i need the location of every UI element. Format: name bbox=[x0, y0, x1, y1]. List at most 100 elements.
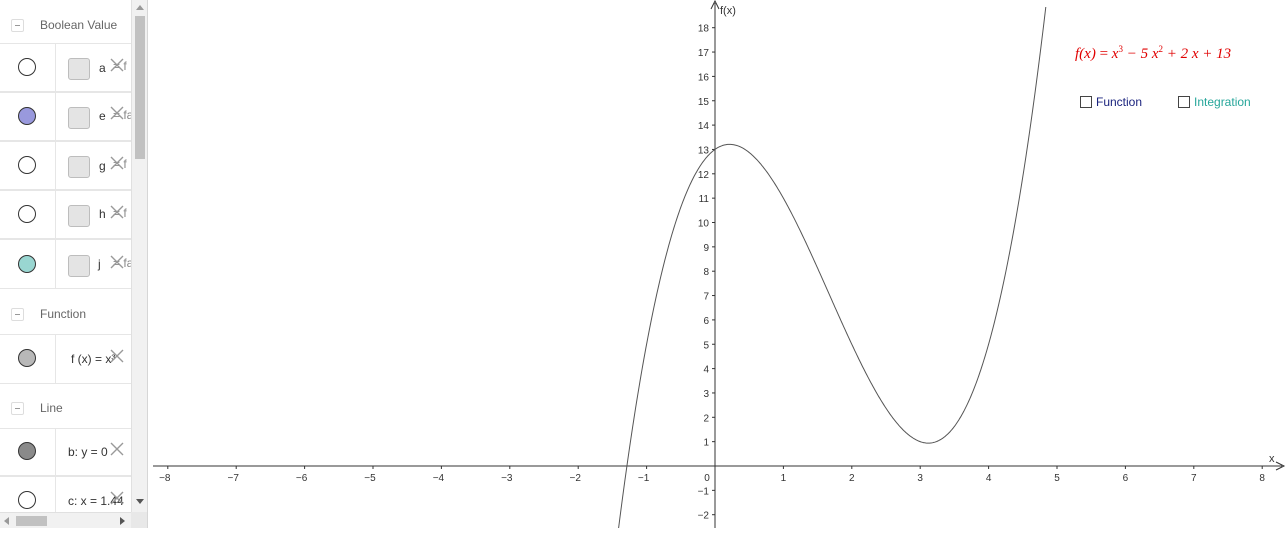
y-tick-label: 17 bbox=[698, 48, 710, 59]
collapse-icon[interactable] bbox=[11, 308, 24, 321]
visibility-toggle[interactable] bbox=[18, 58, 36, 76]
y-tick-label: −1 bbox=[698, 486, 710, 497]
horizontal-scrollbar[interactable] bbox=[0, 512, 131, 528]
x-tick-label: 1 bbox=[781, 473, 787, 484]
scroll-thumb[interactable] bbox=[16, 516, 47, 526]
function-formula: f(x) = x3 − 5 x2 + 2 x + 13 bbox=[1075, 44, 1232, 62]
x-axis-label: x bbox=[1269, 453, 1275, 465]
y-tick-label: 14 bbox=[698, 121, 710, 132]
x-tick-label: 7 bbox=[1191, 473, 1197, 484]
checkbox-label: Function bbox=[1096, 94, 1143, 109]
x-tick-label: 8 bbox=[1259, 473, 1265, 484]
item-label: h bbox=[99, 207, 106, 221]
y-tick-label: 4 bbox=[703, 365, 709, 376]
y-tick-label: 13 bbox=[698, 145, 710, 156]
scroll-corner bbox=[131, 512, 147, 528]
x-tick-label: 0 bbox=[704, 473, 710, 484]
item-label: a bbox=[99, 61, 106, 75]
algebra-item-h[interactable]: h = f bbox=[0, 190, 131, 239]
scroll-thumb[interactable] bbox=[135, 16, 145, 159]
checkbox-box[interactable] bbox=[1080, 95, 1092, 108]
visibility-toggle[interactable] bbox=[18, 349, 36, 367]
x-tick-label: −1 bbox=[638, 473, 650, 484]
x-tick-label: −3 bbox=[501, 473, 513, 484]
x-tick-label: −6 bbox=[296, 473, 308, 484]
algebra-item-b[interactable]: b: y = 0 bbox=[0, 428, 131, 476]
y-tick-label: 7 bbox=[703, 292, 709, 303]
checkbox-label: Integration bbox=[1194, 94, 1251, 109]
x-tick-label: −2 bbox=[569, 473, 581, 484]
y-tick-label: 8 bbox=[703, 267, 709, 278]
boolean-checkbox[interactable] bbox=[68, 58, 90, 80]
y-tick-label: 3 bbox=[703, 389, 709, 400]
function-curve bbox=[617, 6, 1047, 533]
algebra-item-g[interactable]: g = f bbox=[0, 141, 131, 190]
y-tick-label: 15 bbox=[698, 97, 710, 108]
x-tick-label: 4 bbox=[986, 473, 992, 484]
scroll-down-icon[interactable] bbox=[136, 499, 144, 504]
collapse-icon[interactable] bbox=[11, 19, 24, 32]
visibility-toggle[interactable] bbox=[18, 156, 36, 174]
x-tick-label: −4 bbox=[433, 473, 445, 484]
visibility-toggle[interactable] bbox=[18, 442, 36, 460]
y-tick-label: 12 bbox=[698, 170, 710, 181]
algebra-item-a[interactable]: a = f bbox=[0, 43, 131, 92]
scroll-left-icon[interactable] bbox=[4, 517, 9, 525]
x-tick-label: −5 bbox=[364, 473, 376, 484]
checkbox-box[interactable] bbox=[1178, 95, 1190, 108]
x-tick-label: −7 bbox=[227, 473, 239, 484]
scroll-up-icon[interactable] bbox=[136, 5, 144, 10]
function-plot[interactable]: −8 −7 −6 −5 −4 −3 −2 −1 0 1 2 3 4 5 6 7 8−2−112345678910… bbox=[148, 0, 1288, 533]
delete-icon[interactable] bbox=[110, 106, 124, 120]
algebra-view: Boolean Value a = f e = fa g = f h = f j… bbox=[0, 0, 148, 528]
item-definition: b: y = 0 bbox=[68, 445, 108, 459]
visibility-toggle[interactable] bbox=[18, 205, 36, 223]
group-header-function[interactable]: Function bbox=[0, 292, 131, 336]
scroll-right-icon[interactable] bbox=[120, 517, 125, 525]
y-tick-label: 16 bbox=[698, 72, 710, 83]
y-tick-label: 10 bbox=[698, 219, 710, 230]
x-tick-label: 6 bbox=[1123, 473, 1129, 484]
delete-icon[interactable] bbox=[110, 58, 124, 72]
group-header-boolean[interactable]: Boolean Value bbox=[0, 2, 131, 46]
y-tick-label: 9 bbox=[703, 243, 709, 254]
y-axis-label: f(x) bbox=[720, 5, 736, 17]
delete-icon[interactable] bbox=[110, 205, 124, 219]
y-tick-label: 11 bbox=[699, 194, 710, 205]
delete-icon[interactable] bbox=[110, 491, 124, 505]
boolean-checkbox[interactable] bbox=[68, 156, 90, 178]
boolean-checkbox[interactable] bbox=[68, 205, 90, 227]
y-tick-label: 2 bbox=[703, 413, 709, 424]
x-tick-label: 5 bbox=[1054, 473, 1060, 484]
algebra-item-j[interactable]: j = fa bbox=[0, 239, 133, 289]
group-title: Function bbox=[40, 307, 87, 321]
boolean-checkbox[interactable] bbox=[68, 107, 90, 129]
delete-icon[interactable] bbox=[110, 442, 124, 456]
x-tick-label: −8 bbox=[159, 473, 171, 484]
boolean-checkbox[interactable] bbox=[68, 255, 90, 277]
vertical-scrollbar[interactable] bbox=[131, 0, 147, 512]
group-title: Boolean Value bbox=[40, 18, 118, 32]
visibility-toggle[interactable] bbox=[18, 255, 36, 273]
item-label: g bbox=[99, 159, 106, 173]
group-title: Line bbox=[40, 401, 63, 415]
delete-icon[interactable] bbox=[110, 349, 124, 363]
algebra-item-e[interactable]: e = fa bbox=[0, 92, 133, 141]
visibility-toggle[interactable] bbox=[18, 107, 36, 125]
graphics-view[interactable]: −8 −7 −6 −5 −4 −3 −2 −1 0 1 2 3 4 5 6 7 8 −2 −1 1 2 3 4 5 6 7 8 9 10… bbox=[148, 0, 1288, 533]
item-label: j bbox=[98, 257, 101, 271]
checkbox-integration[interactable]: Integration bbox=[1178, 94, 1251, 110]
formula-equals: = bbox=[1099, 46, 1109, 62]
delete-icon[interactable] bbox=[110, 156, 124, 170]
visibility-toggle[interactable] bbox=[18, 491, 36, 509]
algebra-item-f[interactable]: f (x) = x³ bbox=[0, 334, 131, 384]
y-tick-label: 1 bbox=[703, 438, 709, 449]
group-header-line[interactable]: Line bbox=[0, 386, 131, 430]
collapse-icon[interactable] bbox=[11, 402, 24, 415]
formula-lhs: f(x) bbox=[1075, 46, 1096, 62]
checkbox-function[interactable]: Function bbox=[1080, 94, 1142, 110]
y-tick-label: 6 bbox=[703, 316, 709, 327]
x-tick-label: 3 bbox=[917, 473, 923, 484]
delete-icon[interactable] bbox=[110, 255, 124, 269]
item-label: e bbox=[99, 109, 106, 123]
